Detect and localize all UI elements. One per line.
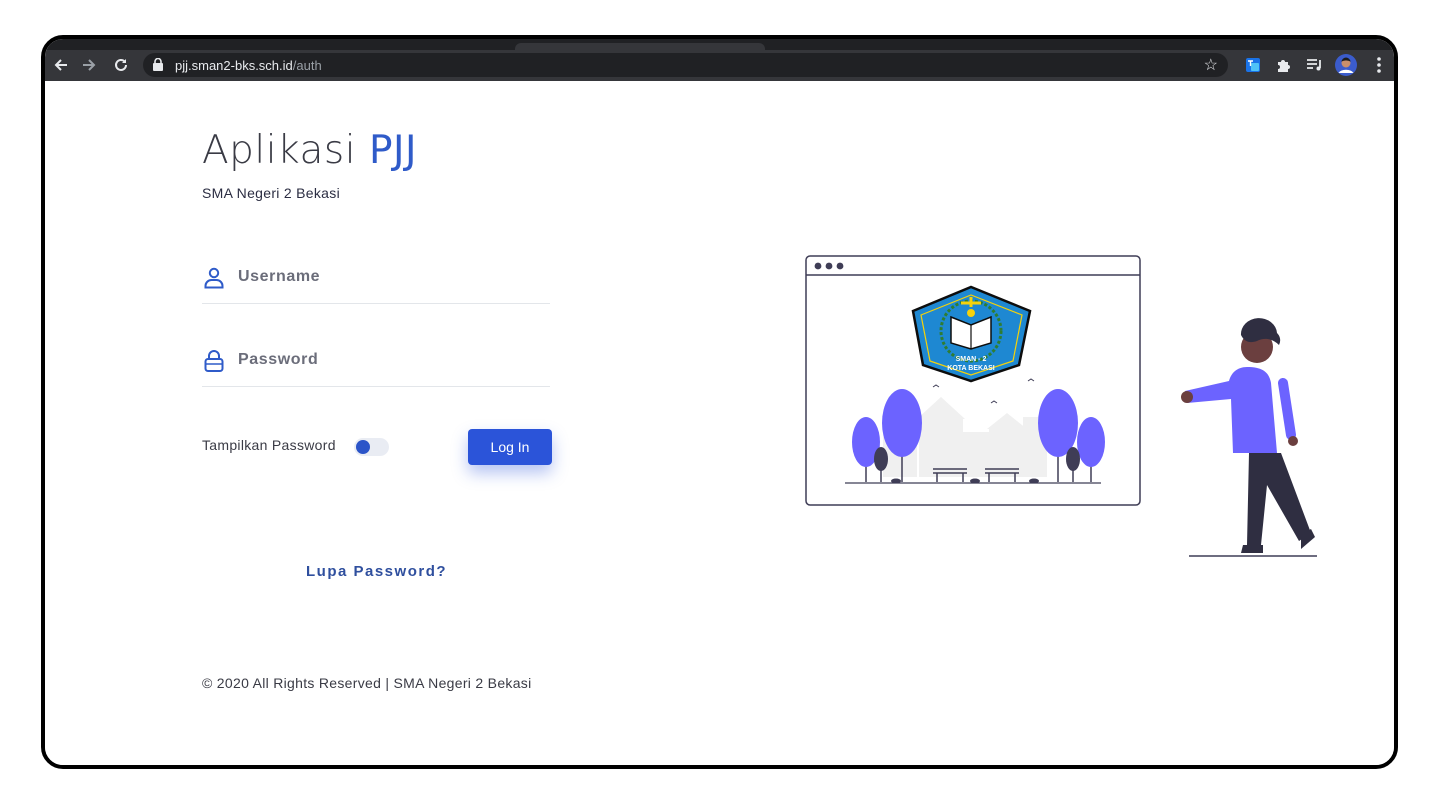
page-subtitle: SMA Negeri 2 Bekasi — [202, 185, 340, 201]
lock-icon[interactable] — [153, 57, 163, 76]
url-host: pjj.sman2-bks.sch.id — [175, 58, 293, 73]
profile-avatar-icon[interactable] — [1334, 53, 1358, 77]
show-password-toggle[interactable] — [354, 438, 389, 456]
toggle-knob — [356, 440, 370, 454]
browser-toolbar: pjj.sman2-bks.sch.id/auth ☆ — [45, 50, 1394, 81]
browser-window: pjj.sman2-bks.sch.id/auth ☆ Aplikasi PJJ… — [41, 35, 1398, 769]
person-figure — [1181, 318, 1315, 553]
back-icon[interactable] — [49, 53, 73, 77]
tab-strip — [45, 39, 1394, 50]
username-input[interactable] — [236, 261, 540, 293]
user-icon — [202, 266, 226, 290]
title-accent: PJJ — [368, 128, 417, 173]
title-main: Aplikasi — [202, 128, 369, 173]
password-field — [202, 336, 550, 387]
password-input[interactable] — [236, 344, 540, 376]
logo-line-2: KOTA BEKASI — [947, 365, 995, 372]
username-field — [202, 253, 550, 304]
url-text[interactable]: pjj.sman2-bks.sch.id/auth — [175, 58, 322, 73]
media-control-icon[interactable] — [1303, 53, 1327, 77]
page-content: Aplikasi PJJ SMA Negeri 2 Bekasi Tampilk… — [45, 81, 1394, 765]
padlock-icon — [202, 349, 226, 373]
reload-icon[interactable] — [109, 53, 133, 77]
url-path: /auth — [292, 58, 322, 73]
forgot-password-link[interactable]: Lupa Password? — [306, 563, 447, 580]
forward-icon[interactable] — [77, 53, 101, 77]
address-bar[interactable]: pjj.sman2-bks.sch.id/auth ☆ — [143, 53, 1228, 77]
logo-line-1: SMAN - 2 — [956, 356, 987, 363]
page-title: Aplikasi PJJ — [202, 128, 417, 173]
login-illustration: SMAN - 2 KOTA BEKASI — [805, 255, 1317, 557]
star-icon[interactable]: ☆ — [1204, 55, 1218, 75]
kebab-menu-icon[interactable] — [1367, 53, 1391, 77]
login-button[interactable]: Log In — [468, 429, 552, 465]
extensions-puzzle-icon[interactable] — [1271, 53, 1295, 77]
active-tab[interactable] — [515, 43, 765, 50]
footer-copyright: © 2020 All Rights Reserved | SMA Negeri … — [202, 675, 532, 691]
extension-translate-icon[interactable] — [1241, 53, 1265, 77]
show-password-label: Tampilkan Password — [202, 437, 336, 453]
